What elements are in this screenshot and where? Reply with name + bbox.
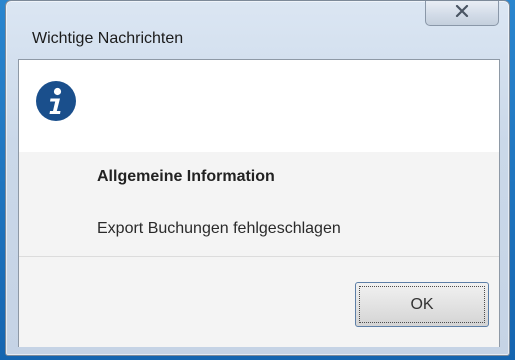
ok-button-label: OK [410, 295, 434, 313]
dialog-content: Allgemeine Information Export Buchungen … [18, 59, 500, 347]
info-icon [35, 80, 77, 122]
button-bar: OK [19, 256, 499, 347]
close-button[interactable] [425, 1, 499, 26]
window-title: Wichtige Nachrichten [32, 30, 184, 47]
message-dialog: Wichtige Nachrichten Allgemeine Informat… [5, 0, 510, 356]
message-text: Export Buchungen fehlgeschlagen [97, 220, 341, 237]
ok-button[interactable]: OK [355, 282, 489, 327]
title-bar[interactable]: Wichtige Nachrichten [6, 1, 509, 47]
message-heading: Allgemeine Information [97, 168, 275, 185]
message-area: Allgemeine Information Export Buchungen … [19, 152, 499, 256]
close-icon [455, 4, 469, 22]
icon-area [19, 60, 499, 152]
